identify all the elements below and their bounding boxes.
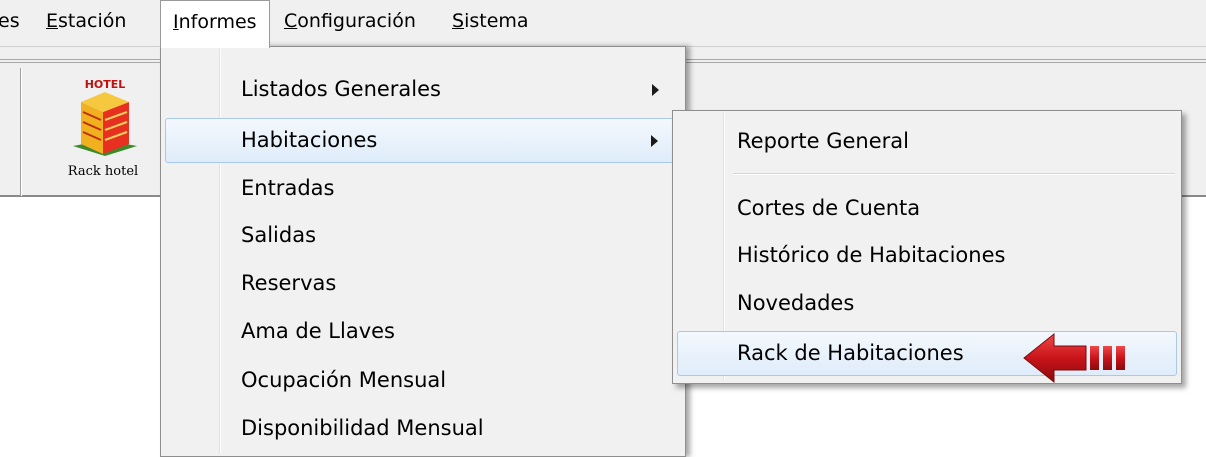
menu-sistema-mnemonic: S bbox=[452, 10, 465, 32]
menu-item-novedades[interactable]: Novedades bbox=[677, 281, 1177, 326]
menu-item-reservas[interactable]: Reservas bbox=[165, 261, 681, 306]
toolbar-separator-left bbox=[20, 68, 22, 196]
menu-estacion[interactable]: Estación bbox=[46, 0, 126, 46]
menu-informes-label: nformes bbox=[178, 11, 257, 33]
menu-item-disponibilidad-mensual[interactable]: Disponibilidad Mensual bbox=[165, 406, 681, 451]
hotel-building-icon: HOTEL bbox=[73, 78, 137, 156]
menu-item-historico-de-habitaciones-label: Histórico de Habitaciones bbox=[737, 243, 1006, 267]
menu-item-cortes-de-cuenta-label: Cortes de Cuenta bbox=[737, 196, 921, 220]
menu-informes[interactable]: Informes bbox=[160, 0, 270, 48]
submenu-arrow-icon bbox=[652, 84, 659, 96]
menu-item-entradas[interactable]: Entradas bbox=[165, 166, 681, 211]
rack-hotel-button[interactable]: HOTEL Rack hotel bbox=[43, 72, 163, 190]
menu-item-cortes-de-cuenta[interactable]: Cortes de Cuenta bbox=[677, 186, 1177, 231]
menu-item-salidas-label: Salidas bbox=[241, 223, 317, 247]
menu-configuracion[interactable]: Configuración bbox=[284, 0, 416, 46]
menu-item-partial-label: es bbox=[0, 10, 20, 32]
submenu-arrow-icon bbox=[651, 135, 658, 147]
menu-item-ocupacion-mensual-label: Ocupación Mensual bbox=[241, 368, 447, 392]
menu-configuracion-label: onfiguración bbox=[297, 10, 416, 32]
menu-item-salidas[interactable]: Salidas bbox=[165, 213, 681, 258]
menu-estacion-mnemonic: E bbox=[46, 10, 59, 32]
hotel-logo-text: HOTEL bbox=[85, 78, 126, 91]
menu-sistema[interactable]: Sistema bbox=[452, 0, 529, 46]
menu-estacion-label: stación bbox=[58, 10, 127, 32]
menu-item-ama-de-llaves[interactable]: Ama de Llaves bbox=[165, 309, 681, 354]
menu-item-ama-de-llaves-label: Ama de Llaves bbox=[241, 319, 395, 343]
menu-item-listados-generales-label: Listados Generales bbox=[241, 77, 441, 101]
submenu-separator bbox=[733, 173, 1175, 175]
menu-item-reservas-label: Reservas bbox=[241, 271, 337, 295]
red-pointer-arrow-icon bbox=[1023, 332, 1125, 384]
menu-sistema-label: istema bbox=[464, 10, 529, 32]
menu-item-rack-de-habitaciones-label: Rack de Habitaciones bbox=[737, 341, 964, 365]
menu-item-reporte-general[interactable]: Reporte General bbox=[677, 119, 1177, 164]
menu-item-entradas-label: Entradas bbox=[241, 176, 335, 200]
menu-item-disponibilidad-mensual-label: Disponibilidad Mensual bbox=[241, 416, 484, 440]
menu-item-ocupacion-mensual[interactable]: Ocupación Mensual bbox=[165, 358, 681, 403]
menu-item-partial[interactable]: es bbox=[0, 0, 20, 46]
menu-item-novedades-label: Novedades bbox=[737, 291, 855, 315]
menu-configuracion-mnemonic: C bbox=[284, 10, 298, 32]
menu-bar: es Estación Informes Configuración Siste… bbox=[0, 0, 1206, 48]
menu-item-reporte-general-label: Reporte General bbox=[737, 129, 909, 153]
informes-menu: Listados Generales Habitaciones Entradas… bbox=[160, 46, 686, 457]
menu-item-habitaciones[interactable]: Habitaciones bbox=[165, 118, 681, 163]
menu-item-habitaciones-label: Habitaciones bbox=[241, 128, 378, 152]
menu-item-historico-de-habitaciones[interactable]: Histórico de Habitaciones bbox=[677, 233, 1177, 278]
rack-hotel-label: Rack hotel bbox=[67, 164, 139, 179]
menu-item-listados-generales[interactable]: Listados Generales bbox=[165, 67, 681, 112]
